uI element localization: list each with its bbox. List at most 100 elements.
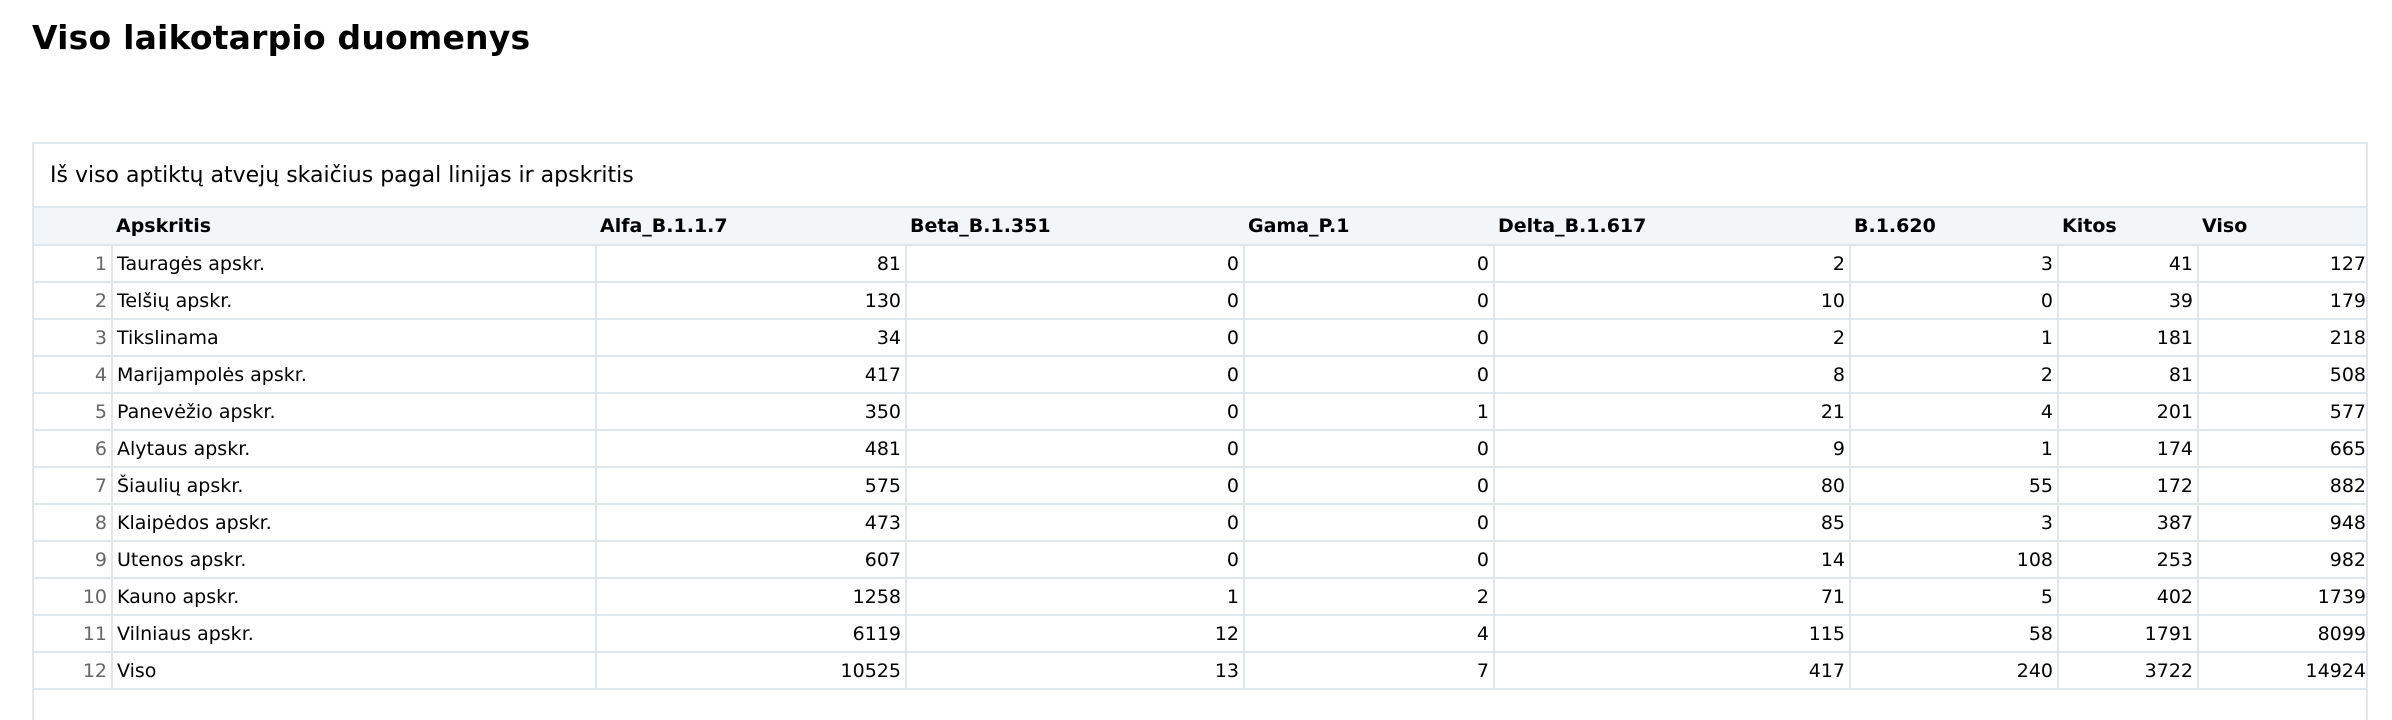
header-cell[interactable]: Apskritis <box>112 208 596 246</box>
value-cell: 8 <box>1493 356 1850 394</box>
page-title: Viso laikotarpio duomenys <box>32 18 531 57</box>
table-row: 2 Telšių apskr. 130 0 0 10 0 39 179 <box>34 282 2366 320</box>
header-cell[interactable]: Kitos <box>2058 208 2198 246</box>
table-row-total: 12 Viso 10525 13 7 417 240 3722 14924 <box>34 652 2366 690</box>
region-cell: Vilniaus apskr. <box>111 615 596 653</box>
value-cell: 21 <box>1493 393 1850 431</box>
table-row: 6 Alytaus apskr. 481 0 0 9 1 174 665 <box>34 430 2366 468</box>
value-cell: 9 <box>1493 430 1850 468</box>
value-cell: 0 <box>1243 282 1494 320</box>
table-row: 5 Panevėžio apskr. 350 0 1 21 4 201 577 <box>34 393 2366 431</box>
value-cell: 350 <box>595 393 906 431</box>
value-cell: 0 <box>1243 541 1494 579</box>
header-cell[interactable]: B.1.620 <box>1850 208 2058 246</box>
value-cell: 0 <box>905 504 1244 542</box>
value-cell: 81 <box>2057 356 2198 394</box>
value-cell: 3 <box>1849 245 2058 283</box>
value-cell: 1 <box>1849 430 2058 468</box>
value-cell: 5 <box>1849 578 2058 616</box>
value-cell: 58 <box>1849 615 2058 653</box>
value-cell: 85 <box>1493 504 1850 542</box>
row-number: 12 <box>34 652 112 690</box>
value-cell: 481 <box>595 430 906 468</box>
value-cell: 607 <box>595 541 906 579</box>
value-cell: 253 <box>2057 541 2198 579</box>
value-cell: 0 <box>1243 356 1494 394</box>
value-cell: 0 <box>1243 467 1494 505</box>
row-number: 3 <box>34 319 112 357</box>
header-rownum <box>34 208 112 246</box>
total-cell: 218 <box>2197 319 2366 357</box>
table-row: 3 Tikslinama 34 0 0 2 1 181 218 <box>34 319 2366 357</box>
value-cell: 0 <box>905 393 1244 431</box>
value-cell: 10525 <box>595 652 906 690</box>
region-cell: Viso <box>111 652 596 690</box>
value-cell: 0 <box>1849 282 2058 320</box>
table-row: 1 Tauragės apskr. 81 0 0 2 3 41 127 <box>34 245 2366 283</box>
total-cell: 127 <box>2197 245 2366 283</box>
value-cell: 387 <box>2057 504 2198 542</box>
table-header-row: Apskritis Alfa_B.1.1.7 Beta_B.1.351 Gama… <box>34 208 2366 246</box>
region-cell: Tikslinama <box>111 319 596 357</box>
value-cell: 39 <box>2057 282 2198 320</box>
header-cell[interactable]: Beta_B.1.351 <box>906 208 1244 246</box>
value-cell: 0 <box>905 356 1244 394</box>
value-cell: 1 <box>1243 393 1494 431</box>
region-cell: Telšių apskr. <box>111 282 596 320</box>
value-cell: 0 <box>905 467 1244 505</box>
header-cell[interactable]: Alfa_B.1.1.7 <box>596 208 906 246</box>
value-cell: 1 <box>1849 319 2058 357</box>
value-cell: 2 <box>1849 356 2058 394</box>
value-cell: 1791 <box>2057 615 2198 653</box>
value-cell: 34 <box>595 319 906 357</box>
value-cell: 240 <box>1849 652 2058 690</box>
data-table: Apskritis Alfa_B.1.1.7 Beta_B.1.351 Gama… <box>34 208 2366 690</box>
row-number: 10 <box>34 578 112 616</box>
value-cell: 41 <box>2057 245 2198 283</box>
value-cell: 201 <box>2057 393 2198 431</box>
value-cell: 108 <box>1849 541 2058 579</box>
region-cell: Tauragės apskr. <box>111 245 596 283</box>
region-cell: Šiaulių apskr. <box>111 467 596 505</box>
value-cell: 13 <box>905 652 1244 690</box>
total-cell: 508 <box>2197 356 2366 394</box>
value-cell: 4 <box>1849 393 2058 431</box>
value-cell: 4 <box>1243 615 1494 653</box>
row-number: 7 <box>34 467 112 505</box>
region-cell: Alytaus apskr. <box>111 430 596 468</box>
value-cell: 0 <box>905 430 1244 468</box>
total-cell: 948 <box>2197 504 2366 542</box>
value-cell: 417 <box>1493 652 1850 690</box>
total-cell: 1739 <box>2197 578 2366 616</box>
value-cell: 1258 <box>595 578 906 616</box>
value-cell: 0 <box>1243 319 1494 357</box>
value-cell: 6119 <box>595 615 906 653</box>
total-cell: 14924 <box>2197 652 2366 690</box>
row-number: 9 <box>34 541 112 579</box>
value-cell: 81 <box>595 245 906 283</box>
value-cell: 0 <box>905 282 1244 320</box>
total-cell: 665 <box>2197 430 2366 468</box>
value-cell: 71 <box>1493 578 1850 616</box>
data-panel: Iš viso aptiktų atvejų skaičius pagal li… <box>32 142 2368 720</box>
value-cell: 402 <box>2057 578 2198 616</box>
value-cell: 181 <box>2057 319 2198 357</box>
table-row: 4 Marijampolės apskr. 417 0 0 8 2 81 508 <box>34 356 2366 394</box>
row-number: 11 <box>34 615 112 653</box>
header-cell[interactable]: Delta_B.1.617 <box>1494 208 1850 246</box>
header-cell[interactable]: Viso <box>2198 208 2366 246</box>
table-row: 8 Klaipėdos apskr. 473 0 0 85 3 387 948 <box>34 504 2366 542</box>
row-number: 8 <box>34 504 112 542</box>
row-number: 6 <box>34 430 112 468</box>
row-number: 5 <box>34 393 112 431</box>
value-cell: 12 <box>905 615 1244 653</box>
value-cell: 172 <box>2057 467 2198 505</box>
row-number: 4 <box>34 356 112 394</box>
value-cell: 130 <box>595 282 906 320</box>
header-cell[interactable]: Gama_P.1 <box>1244 208 1494 246</box>
value-cell: 417 <box>595 356 906 394</box>
region-cell: Kauno apskr. <box>111 578 596 616</box>
total-cell: 577 <box>2197 393 2366 431</box>
table-row: 10 Kauno apskr. 1258 1 2 71 5 402 1739 <box>34 578 2366 616</box>
row-number: 1 <box>34 245 112 283</box>
